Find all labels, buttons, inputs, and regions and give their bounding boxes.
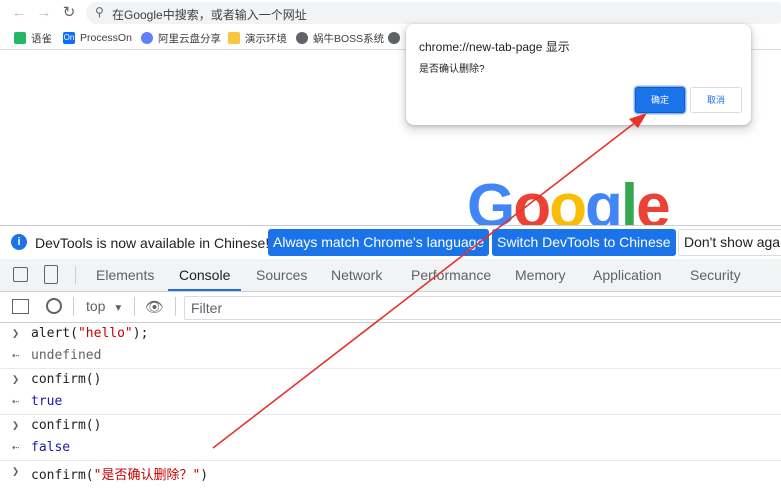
divider xyxy=(134,297,135,316)
console-line: ⇠ undefined xyxy=(0,345,781,367)
folder-icon xyxy=(228,32,240,44)
cancel-button[interactable]: 取消 xyxy=(690,87,742,113)
eye-icon[interactable]: 👁 xyxy=(145,298,164,316)
bookmark-yuque[interactable]: 语雀 xyxy=(14,30,52,46)
bookmark-label: ProcessOn xyxy=(80,32,132,44)
bookmark-processon[interactable]: On ProcessOn xyxy=(63,30,132,46)
tab-network[interactable]: Network xyxy=(331,259,382,291)
always-match-language-button[interactable]: Always match Chrome's language xyxy=(268,229,490,256)
console-string: "是否确认删除？" xyxy=(93,468,201,483)
google-logo: Google xyxy=(467,172,671,226)
chevron-right-icon: ❯ xyxy=(12,372,20,386)
back-icon[interactable]: ← xyxy=(9,3,29,23)
inspect-element-icon[interactable] xyxy=(13,267,28,282)
tab-performance[interactable]: Performance xyxy=(411,259,491,291)
return-arrow-icon: ⇠ xyxy=(12,440,20,454)
info-icon: i xyxy=(11,234,27,250)
console-line: ❯ confirm("是否确认删除？") xyxy=(0,461,781,483)
ok-button[interactable]: 确定 xyxy=(635,87,685,113)
bookmark-demo-env[interactable]: 演示环境 xyxy=(228,30,287,46)
return-arrow-icon: ⇠ xyxy=(12,348,20,362)
console-result: undefined xyxy=(31,348,102,363)
bookmark-boss[interactable]: 蜗牛BOSS系统 xyxy=(296,30,384,46)
bookmark-aliyun[interactable]: 阿里云盘分享 xyxy=(141,30,221,46)
console-result: false xyxy=(31,440,71,455)
yuque-icon xyxy=(14,32,26,44)
browser-toolbar: ← → ↻ ⚲ 在Google中搜索，或者输入一个网址 xyxy=(0,0,781,27)
console-code: confirm( xyxy=(31,468,94,483)
console-output: ❯ alert("hello"); ⇠ undefined ❯ confirm(… xyxy=(0,323,781,490)
console-code: ) xyxy=(200,468,209,483)
context-selector[interactable]: top ▼ xyxy=(86,298,123,314)
tab-security[interactable]: Security xyxy=(690,259,741,291)
console-line: ⇠ true xyxy=(0,391,781,413)
sidebar-toggle-icon[interactable] xyxy=(12,299,29,314)
return-arrow-icon: ⇠ xyxy=(12,394,20,408)
dialog-message: 是否确认删除? xyxy=(419,64,485,75)
aliyun-drive-icon xyxy=(141,32,153,44)
divider xyxy=(75,266,76,284)
console-code: confirm() xyxy=(31,418,102,433)
globe-icon xyxy=(296,32,308,44)
context-label: top xyxy=(86,298,106,314)
console-line: ❯ alert("hello"); xyxy=(0,323,781,345)
dont-show-again-button[interactable]: Don't show again xyxy=(678,229,781,256)
tab-memory[interactable]: Memory xyxy=(515,259,566,291)
console-toolbar: top ▼ 👁 Filter xyxy=(0,292,781,323)
tab-elements[interactable]: Elements xyxy=(96,259,154,291)
bookmark-label: 语雀 xyxy=(31,32,52,45)
globe-icon xyxy=(388,32,400,44)
dialog-title: chrome://new-tab-page 显示 xyxy=(419,40,570,54)
address-bar[interactable]: ⚲ 在Google中搜索，或者输入一个网址 xyxy=(86,2,781,24)
chevron-down-icon: ▼ xyxy=(113,303,124,314)
reload-icon[interactable]: ↻ xyxy=(59,3,79,23)
infobar-message: DevTools is now available in Chinese! xyxy=(35,235,270,251)
tab-application[interactable]: Application xyxy=(593,259,662,291)
tab-console[interactable]: Console xyxy=(168,259,242,291)
console-code: ); xyxy=(132,326,149,341)
switch-to-chinese-button[interactable]: Switch DevTools to Chinese xyxy=(492,229,676,256)
divider xyxy=(175,297,176,316)
devtools-tabs-bar: Elements Console Sources Network Perform… xyxy=(0,259,781,292)
console-code: confirm() xyxy=(31,372,102,387)
clear-console-icon[interactable] xyxy=(46,298,62,314)
console-line: ⇠ false xyxy=(0,437,781,459)
filter-placeholder: Filter xyxy=(191,300,223,316)
bookmark-label: 阿里云盘分享 xyxy=(158,32,221,45)
bookmark-label: 蜗牛BOSS系统 xyxy=(313,32,385,45)
console-code: alert( xyxy=(31,326,78,341)
filter-input[interactable]: Filter xyxy=(184,296,781,320)
chevron-right-icon: ❯ xyxy=(12,326,20,340)
chevron-right-icon: ❯ xyxy=(12,464,20,478)
processon-icon: On xyxy=(63,32,75,44)
address-placeholder: 在Google中搜索，或者输入一个网址 xyxy=(112,8,307,22)
forward-icon[interactable]: → xyxy=(34,3,54,23)
console-result: true xyxy=(31,394,63,409)
bookmark-globe[interactable] xyxy=(388,30,405,46)
divider xyxy=(73,297,74,316)
devtools-language-infobar: i DevTools is now available in Chinese! … xyxy=(0,225,781,261)
bookmark-label: 演示环境 xyxy=(245,32,287,45)
console-line: ❯ confirm() xyxy=(0,415,781,437)
confirm-dialog: chrome://new-tab-page 显示 是否确认删除? 确定 取消 xyxy=(406,24,751,125)
console-line: ❯ confirm() xyxy=(0,369,781,391)
search-icon: ⚲ xyxy=(95,5,104,19)
device-toolbar-icon[interactable] xyxy=(44,265,58,284)
tab-sources[interactable]: Sources xyxy=(256,259,307,291)
chevron-right-icon: ❯ xyxy=(12,418,20,432)
console-string: "hello" xyxy=(77,326,133,341)
